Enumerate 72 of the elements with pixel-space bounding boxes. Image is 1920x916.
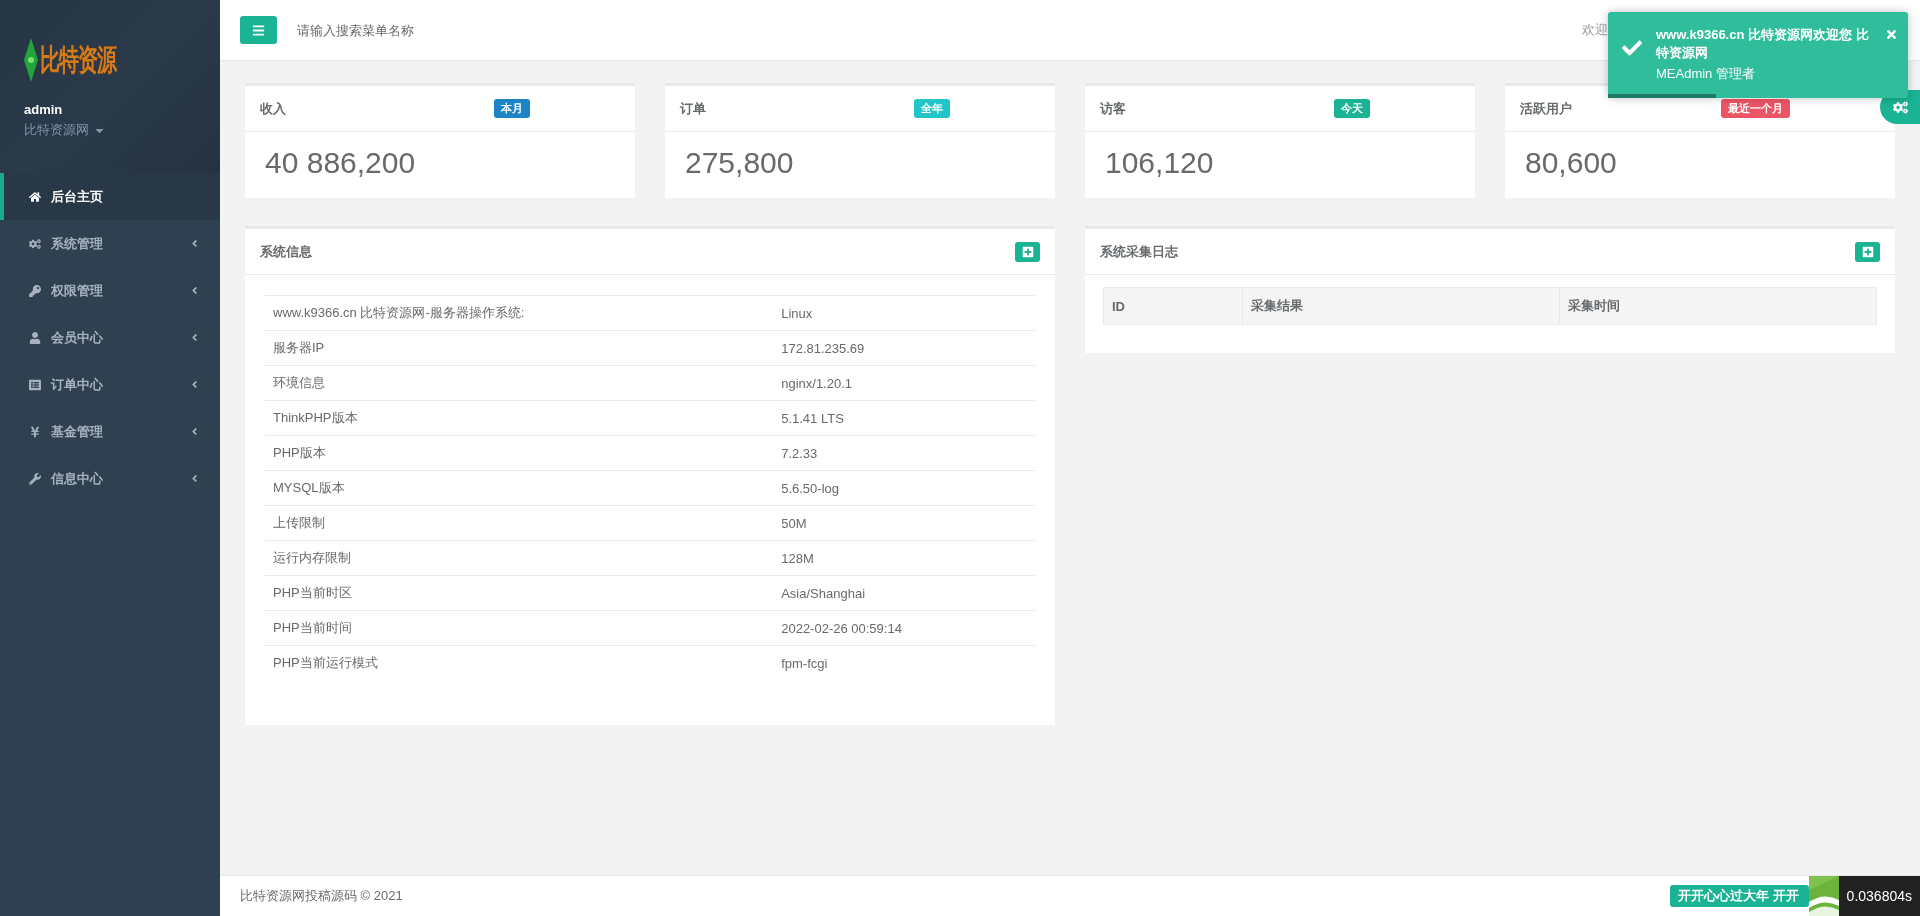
nav-item[interactable]: 权限管理 xyxy=(0,267,220,314)
table-cell: ThinkPHP版本 xyxy=(265,400,774,436)
card-title: 订单 xyxy=(680,99,707,118)
table-cell: PHP当前时区 xyxy=(265,575,774,611)
nav-icon xyxy=(29,331,41,344)
logo-text: 比特资源 xyxy=(40,41,116,78)
timing-text: 0.036804s xyxy=(1838,876,1920,916)
site-dropdown[interactable]: 比特资源网 xyxy=(24,121,220,139)
nav-item[interactable]: 会员中心 xyxy=(0,314,220,361)
nav-item[interactable]: 信息中心 xyxy=(0,455,220,502)
table-cell: PHP当前时间 xyxy=(265,610,774,646)
add-button[interactable] xyxy=(1855,241,1880,262)
table-cell: PHP当前运行模式 xyxy=(265,645,774,680)
user-name: admin xyxy=(24,102,64,117)
table-cell: 128M xyxy=(773,540,1035,576)
table-cell: nginx/1.20.1 xyxy=(773,365,1035,401)
nav-item[interactable]: 基金管理 xyxy=(0,408,220,455)
column-header: 采集结果 xyxy=(1242,287,1560,325)
notice-banner: 开开心心过大年 开开 xyxy=(1669,885,1809,907)
add-button[interactable] xyxy=(1015,241,1040,262)
close-icon[interactable] xyxy=(1885,28,1898,41)
period-badge: 今天 xyxy=(1334,99,1370,118)
card-title: 访客 xyxy=(1100,99,1127,118)
menu-button[interactable] xyxy=(240,16,277,44)
stat-value: 80,600 xyxy=(1524,145,1618,181)
menu-icon xyxy=(252,23,265,37)
stat-value: 275,800 xyxy=(684,145,795,181)
nav-item[interactable]: 后台主页 xyxy=(0,173,220,220)
gears-icon xyxy=(1892,99,1908,115)
logo-icon xyxy=(24,38,38,82)
table-cell: Asia/Shanghai xyxy=(773,575,1035,611)
card-title: 收入 xyxy=(260,99,287,118)
column-header: ID xyxy=(1103,287,1243,325)
column-header: 采集时间 xyxy=(1559,287,1877,325)
table-cell: 172.81.235.69 xyxy=(773,330,1035,366)
nav-icon xyxy=(29,425,41,438)
nav-icon xyxy=(29,284,41,297)
period-badge: 全年 xyxy=(914,99,950,118)
table-cell: fpm-fcgi xyxy=(773,645,1035,680)
table-cell: MYSQL版本 xyxy=(265,470,774,506)
period-badge: 本月 xyxy=(494,99,530,118)
period-badge: 最近一个月 xyxy=(1721,99,1790,118)
table-cell: 5.6.50-log xyxy=(773,470,1035,506)
stat-value: 106,120 xyxy=(1104,145,1215,181)
table-cell: PHP版本 xyxy=(265,435,774,471)
nav-item[interactable]: 系统管理 xyxy=(0,220,220,267)
table-cell: 50M xyxy=(773,505,1035,541)
copyright-text: 比特资源网投稿源码 © 2021 xyxy=(240,887,404,905)
table-cell: 上传限制 xyxy=(265,505,774,541)
table-cell: 运行内存限制 xyxy=(265,540,774,576)
toast-title: www.k9366.cn 比特资源网欢迎您 比特资源网 xyxy=(1656,26,1870,62)
welcome-text: 欢迎 xyxy=(1582,21,1608,39)
check-icon xyxy=(1622,38,1642,58)
nav-item[interactable]: 订单中心 xyxy=(0,361,220,408)
plus-icon xyxy=(1861,245,1874,258)
table-cell: 环境信息 xyxy=(265,365,774,401)
card-title: 活跃用户 xyxy=(1520,99,1573,118)
panel-title: 系统信息 xyxy=(260,242,313,261)
nav-icon xyxy=(29,237,41,250)
table-cell: 5.1.41 LTS xyxy=(773,400,1035,436)
nav-icon xyxy=(29,472,41,485)
table-cell: Linux xyxy=(773,295,1035,331)
plus-icon xyxy=(1021,245,1034,258)
table-cell: 2022-02-26 00:59:14 xyxy=(773,610,1035,646)
stat-value: 40 886,200 xyxy=(264,145,417,181)
nav-icon xyxy=(29,378,41,391)
table-cell: www.k9366.cn 比特资源网-服务器操作系统: xyxy=(265,295,774,331)
table-cell: 7.2.33 xyxy=(773,435,1035,471)
nav-icon xyxy=(29,190,41,203)
panel-title: 系统采集日志 xyxy=(1100,242,1179,261)
toast-message: MEAdmin 管理者 xyxy=(1656,65,1756,83)
table-cell: 服务器IP xyxy=(265,330,774,366)
